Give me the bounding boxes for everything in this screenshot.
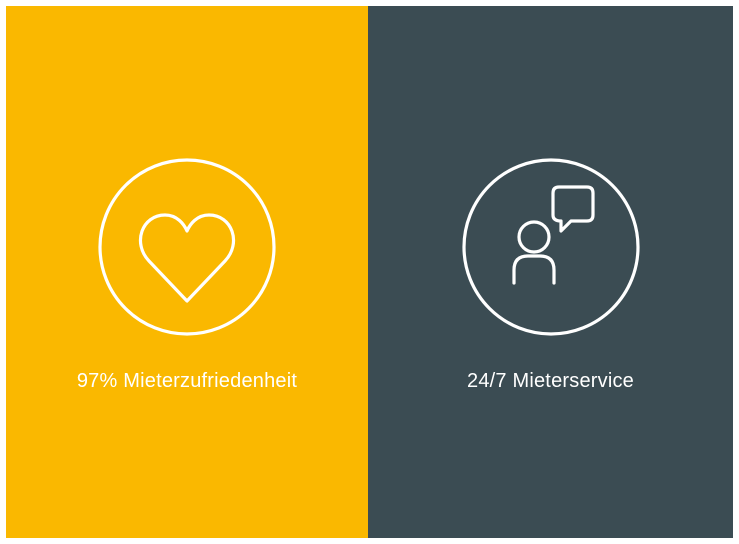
satisfaction-caption: 97% Mieterzufriedenheit xyxy=(76,370,298,392)
service-panel: 24/7 Mieterservice xyxy=(368,6,733,538)
satisfaction-panel: 97% Mieterzufriedenheit xyxy=(6,6,368,538)
service-caption: 24/7 Mieterservice xyxy=(467,370,634,392)
heart-icon xyxy=(97,157,277,337)
user-chat-icon xyxy=(461,157,641,337)
